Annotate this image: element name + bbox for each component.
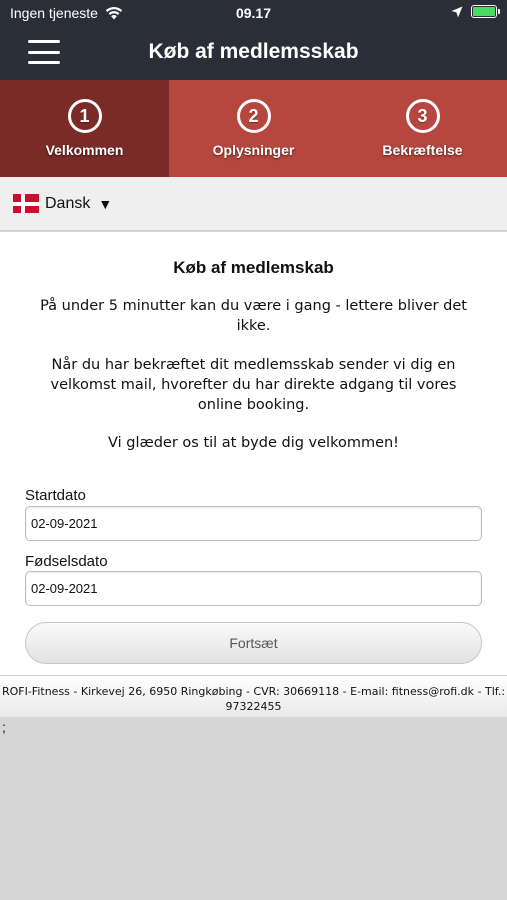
battery-icon xyxy=(471,5,500,18)
step-indicator: 1 Velkommen 2 Oplysninger 3 Bekræftelse xyxy=(0,80,507,177)
info-text: Når du har bekræftet dit medlemsskab sen… xyxy=(50,357,457,413)
footer-contact: ROFI-Fitness - Kirkevej 26, 6950 Ringkøb… xyxy=(0,675,507,717)
content-title: Køb af medlemskab xyxy=(173,258,334,277)
main-content: Køb af medlemskab På under 5 minutter ka… xyxy=(0,232,507,675)
step-number: 3 xyxy=(405,99,440,133)
step-welcome[interactable]: 1 Velkommen xyxy=(0,80,169,177)
status-time: 09.17 xyxy=(235,5,272,21)
language-selector[interactable]: Dansk ▼ xyxy=(0,177,507,231)
step-number: 1 xyxy=(67,99,102,133)
welcome-text: Vi glæder os til at byde dig velkommen! xyxy=(108,435,399,451)
intro-text: På under 5 minutter kan du være i gang -… xyxy=(40,298,467,334)
language-label: Dansk xyxy=(45,194,91,212)
step-label: Velkommen xyxy=(45,142,124,158)
continue-button[interactable]: Fortsæt xyxy=(25,622,482,664)
start-date-field[interactable] xyxy=(25,506,482,541)
step-label: Oplysninger xyxy=(212,142,295,158)
birth-date-label: Fødselsdato xyxy=(25,553,108,570)
status-bar: Ingen tjeneste 09.17 xyxy=(0,0,507,26)
step-number: 2 xyxy=(236,99,271,133)
caret-down-icon: ▼ xyxy=(98,195,113,212)
step-confirmation[interactable]: 3 Bekræftelse xyxy=(338,80,507,177)
stray-text: ; xyxy=(2,719,6,735)
start-date-label: Startdato xyxy=(25,487,86,504)
birth-date-field[interactable] xyxy=(25,571,482,606)
step-information[interactable]: 2 Oplysninger xyxy=(169,80,338,177)
danish-flag-icon xyxy=(13,194,39,213)
page-title: Køb af medlemsskab xyxy=(148,40,359,63)
status-right xyxy=(451,5,500,18)
step-label: Bekræftelse xyxy=(382,142,463,158)
app-header: Ingen tjeneste 09.17 Køb af medlemsskab xyxy=(0,0,507,80)
location-arrow-icon xyxy=(451,6,463,17)
